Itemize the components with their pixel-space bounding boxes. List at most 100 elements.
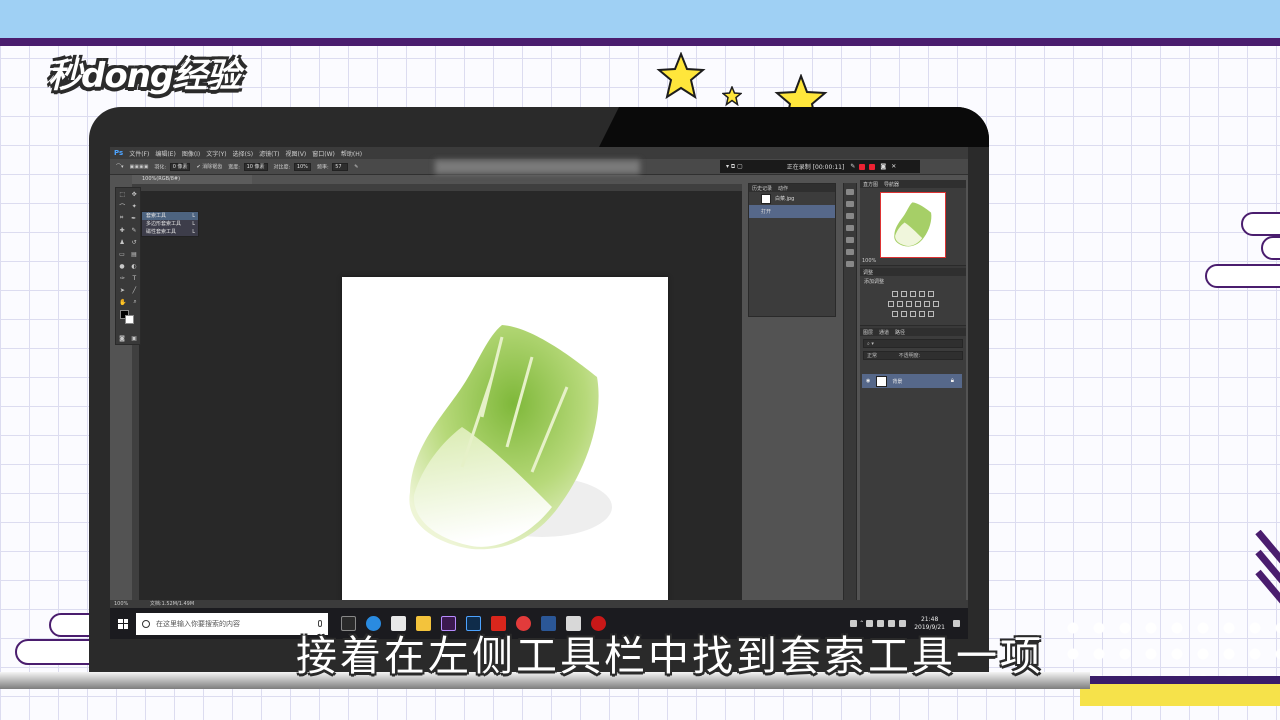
- menu-filter[interactable]: 滤镜(T): [259, 149, 279, 158]
- lookup-icon[interactable]: [932, 301, 939, 307]
- menu-image[interactable]: 图像(I): [182, 149, 200, 158]
- invert-icon[interactable]: [892, 311, 898, 317]
- brightness-icon[interactable]: [892, 291, 898, 297]
- selective-color-icon[interactable]: [928, 311, 934, 317]
- close-icon[interactable]: ✕: [891, 163, 896, 170]
- document-tab[interactable]: 100%(RGB/8#): [132, 175, 252, 184]
- info-icon[interactable]: [846, 201, 854, 207]
- type-tool-icon[interactable]: T: [132, 275, 136, 282]
- frequency-input[interactable]: 57: [332, 162, 349, 171]
- crop-tool-icon[interactable]: ⌗: [120, 214, 123, 222]
- color-balance-icon[interactable]: [896, 301, 903, 307]
- blend-mode-select[interactable]: 正常 不透明度:: [863, 351, 963, 360]
- tab-actions[interactable]: 动作: [778, 185, 788, 192]
- quick-mask-icon[interactable]: ◙: [119, 335, 125, 342]
- antialias-checkbox[interactable]: ✔: [196, 164, 200, 170]
- threshold-icon[interactable]: [910, 311, 916, 317]
- contrast-input[interactable]: 10%: [293, 162, 311, 171]
- flyout-magnetic-lasso-tool[interactable]: 磁性套索工具 L: [142, 228, 198, 236]
- pen-icon[interactable]: ✎: [850, 163, 855, 170]
- paragraph-icon[interactable]: [846, 249, 854, 255]
- curves-icon[interactable]: [910, 291, 916, 297]
- pen-pressure-icon[interactable]: ✎: [354, 164, 358, 170]
- tab-channels[interactable]: 通道: [879, 329, 889, 336]
- character-icon[interactable]: [846, 261, 854, 267]
- levels-icon[interactable]: [901, 291, 907, 297]
- feather-label: 羽化:: [154, 164, 167, 170]
- eyedropper-icon[interactable]: ✒: [131, 215, 136, 222]
- stop-icon[interactable]: [869, 163, 876, 170]
- history-snapshot[interactable]: 白菜.jpg: [749, 192, 835, 205]
- hand-tool-icon[interactable]: ✋: [119, 299, 126, 306]
- width-input[interactable]: 10 像素: [243, 162, 268, 171]
- dropdown-icon[interactable]: ▾ ⧉ ▢: [726, 163, 743, 171]
- visibility-eye-icon[interactable]: ◉: [866, 378, 870, 384]
- vibrance-icon[interactable]: [928, 291, 934, 297]
- cabbage-image: [409, 325, 612, 550]
- menu-view[interactable]: 视图(V): [285, 149, 306, 158]
- document-canvas[interactable]: [342, 277, 668, 603]
- navigator-thumbnail[interactable]: [880, 192, 946, 258]
- channel-mixer-icon[interactable]: [923, 301, 930, 307]
- layer-filter-select[interactable]: ⌕ ▾: [863, 339, 963, 348]
- pause-icon[interactable]: [859, 163, 866, 170]
- camera-icon[interactable]: ◙: [880, 163, 886, 170]
- background-color-swatch[interactable]: [125, 315, 134, 324]
- histogram-icon[interactable]: [846, 189, 854, 195]
- path-select-icon[interactable]: ➤: [120, 287, 125, 294]
- line-tool-icon[interactable]: ╱: [133, 287, 137, 294]
- flyout-polygon-lasso-tool[interactable]: 多边形套索工具 L: [142, 220, 198, 228]
- menu-type[interactable]: 文字(Y): [206, 149, 226, 158]
- screen-mode-icon[interactable]: ▣: [131, 335, 137, 342]
- move-tool-icon[interactable]: ✥: [132, 191, 137, 198]
- ps-toolbar: ⬚ ✥ ⌒ ✦ ⌗ ✒ ✚ ✎ ♟ ↺ ▭ ▤ ● ◐ ✑ T ➤ ╱ ✋ ⌕ ◙ ▣: [115, 187, 141, 345]
- blur-tool-icon[interactable]: ●: [119, 263, 124, 270]
- marquee-tool-icon[interactable]: ⬚: [119, 191, 125, 198]
- menu-select[interactable]: 选择(S): [233, 149, 254, 158]
- flyout-item-key: L: [192, 221, 195, 227]
- eraser-tool-icon[interactable]: ▭: [119, 251, 125, 258]
- brush-tool-icon[interactable]: ✎: [131, 227, 136, 234]
- swatches-icon[interactable]: [846, 237, 854, 243]
- menu-window[interactable]: 窗口(W): [312, 149, 335, 158]
- feather-input[interactable]: 0 像素: [169, 162, 191, 171]
- gradient-map-icon[interactable]: [919, 311, 925, 317]
- tab-paths[interactable]: 路径: [895, 329, 905, 336]
- right-panels: 直方图 导航器 100% 调整 添加调整 图层 通道 路径 ⌕ ▾ 正常 不透明…: [860, 180, 966, 604]
- tab-history[interactable]: 历史记录: [752, 185, 772, 192]
- tab-adjustments[interactable]: 调整: [863, 269, 873, 276]
- layer-row[interactable]: ◉ 背景 🔒︎: [862, 374, 962, 388]
- healing-tool-icon[interactable]: ✚: [119, 227, 124, 234]
- exposure-icon[interactable]: [919, 291, 925, 297]
- play-icon[interactable]: [846, 213, 854, 219]
- tab-navigator[interactable]: 导航器: [884, 181, 899, 188]
- bw-icon[interactable]: [905, 301, 912, 307]
- tab-histogram[interactable]: 直方图: [863, 181, 878, 188]
- zoom-tool-icon[interactable]: ⌕: [133, 298, 136, 306]
- pen-tool-icon[interactable]: ✑: [120, 275, 125, 282]
- gradient-tool-icon[interactable]: ▤: [131, 251, 137, 258]
- status-zoom: 100%: [114, 601, 129, 607]
- tab-layers[interactable]: 图层: [863, 329, 873, 336]
- flyout-item-label: 磁性套索工具: [146, 229, 177, 235]
- stamp-tool-icon[interactable]: ♟: [119, 239, 124, 246]
- flyout-item-key: L: [192, 213, 195, 219]
- dodge-tool-icon[interactable]: ◐: [131, 263, 136, 270]
- recording-bar: ▾ ⧉ ▢ 正在录制 [00:00:11] ✎ ◙ ✕: [720, 160, 920, 173]
- posterize-icon[interactable]: [901, 311, 907, 317]
- laptop-frame: Ps 文件(F) 编辑(E) 图像(I) 文字(Y) 选择(S) 滤镜(T) 视…: [89, 107, 989, 677]
- brush-icon[interactable]: [846, 225, 854, 231]
- flyout-lasso-tool[interactable]: 套索工具 L: [142, 212, 198, 220]
- menu-file[interactable]: 文件(F): [129, 149, 149, 158]
- quick-select-icon[interactable]: ✦: [132, 203, 137, 210]
- hue-icon[interactable]: [887, 301, 894, 307]
- lasso-tool-icon[interactable]: ⌒: [119, 202, 125, 211]
- photo-filter-icon[interactable]: [914, 301, 921, 307]
- canvas-area[interactable]: [139, 191, 742, 603]
- lasso-tool-preset-icon[interactable]: ⌒▾: [116, 163, 124, 170]
- menu-help[interactable]: 帮助(H): [341, 149, 362, 158]
- history-brush-icon[interactable]: ↺: [132, 239, 137, 246]
- selection-mode-icons[interactable]: ▣▣▣▣: [130, 164, 149, 170]
- history-step-open[interactable]: 打开: [749, 205, 835, 218]
- menu-edit[interactable]: 编辑(E): [155, 149, 175, 158]
